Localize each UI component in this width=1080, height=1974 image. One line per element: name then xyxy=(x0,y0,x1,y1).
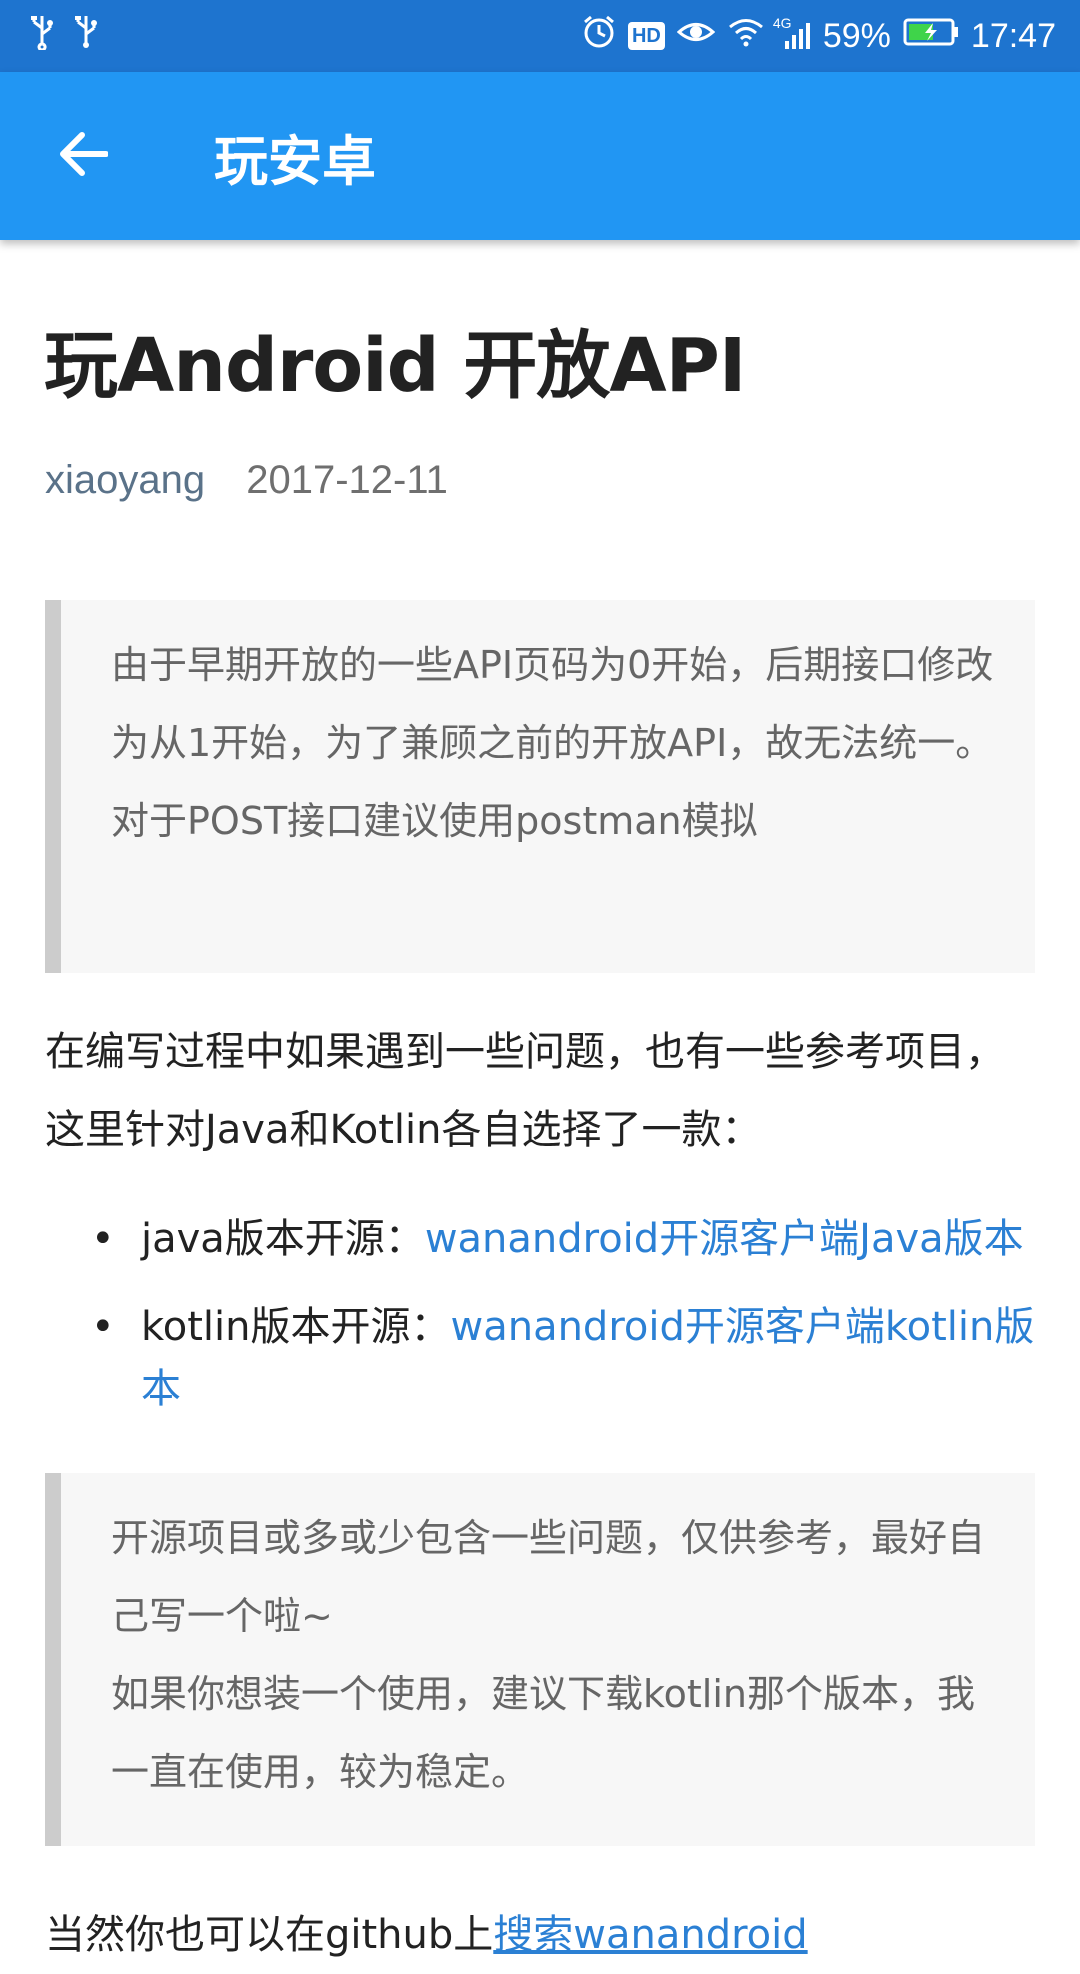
wifi-icon xyxy=(727,17,765,56)
arrow-left-icon xyxy=(58,131,109,181)
usb-icon xyxy=(72,14,100,59)
quote-text: 对于POST接口建议使用postman模拟 xyxy=(111,799,758,843)
signal-icon: 4G xyxy=(773,15,811,51)
eye-icon xyxy=(676,17,716,56)
app-title: 玩安卓 xyxy=(214,129,376,193)
list-item-label: java版本开源： xyxy=(141,1216,425,1262)
disclaimer-quote: 开源项目或多或少包含一些问题，仅供参考，最好自己写一个啦~ 如果你想装一个使用，… xyxy=(45,1473,1035,1846)
back-button[interactable] xyxy=(40,113,126,199)
article-title: 玩Android 开放API xyxy=(44,323,746,409)
alarm-icon xyxy=(582,15,616,58)
author-name[interactable]: xiaoyang xyxy=(45,458,205,502)
list-item: java版本开源：wanandroid开源客户端Java版本 xyxy=(45,1208,1040,1270)
app-bar: 玩安卓 xyxy=(0,72,1080,240)
hd-icon: HD xyxy=(627,22,665,50)
paragraph-text: 当然你也可以在github上 xyxy=(45,1912,494,1958)
quote-text: 由于早期开放的一些API页码为0开始，后期接口修改为从1开始，为了兼顾之前的开放… xyxy=(111,643,994,765)
java-client-link[interactable]: wanandroid开源客户端Java版本 xyxy=(425,1216,1024,1262)
github-paragraph: 当然你也可以在github上搜索wanandroid xyxy=(45,1896,1035,1974)
status-bar: HD 4G 59% 17:47 xyxy=(0,0,1080,72)
list-item-label: kotlin版本开源： xyxy=(141,1304,451,1350)
clock: 17:47 xyxy=(970,16,1056,55)
article-meta: xiaoyang 2017-12-11 xyxy=(45,458,448,503)
quote-text: 开源项目或多或少包含一些问题，仅供参考，最好自己写一个啦~ xyxy=(111,1516,986,1638)
battery-charging-icon xyxy=(903,17,959,56)
list-item: kotlin版本开源：wanandroid开源客户端kotlin版本 xyxy=(45,1296,1040,1420)
quote-text: 如果你想装一个使用，建议下载kotlin那个版本，我一直在使用，较为稳定。 xyxy=(111,1672,976,1794)
intro-paragraph: 在编写过程中如果遇到一些问题，也有一些参考项目，这里针对Java和Kotlin各… xyxy=(45,1029,1005,1153)
status-left xyxy=(28,14,100,59)
usb-icon xyxy=(28,14,56,59)
notice-quote: 由于早期开放的一些API页码为0开始，后期接口修改为从1开始，为了兼顾之前的开放… xyxy=(45,600,1035,973)
project-list: java版本开源：wanandroid开源客户端Java版本 kotlin版本开… xyxy=(45,1208,1040,1446)
search-github-link[interactable]: 搜索wanandroid xyxy=(493,1912,807,1958)
status-right: HD 4G 59% 17:47 xyxy=(582,15,1056,58)
network-type-label: 4G xyxy=(772,15,792,31)
publish-date: 2017-12-11 xyxy=(246,458,448,502)
battery-percent: 59% xyxy=(822,16,891,55)
